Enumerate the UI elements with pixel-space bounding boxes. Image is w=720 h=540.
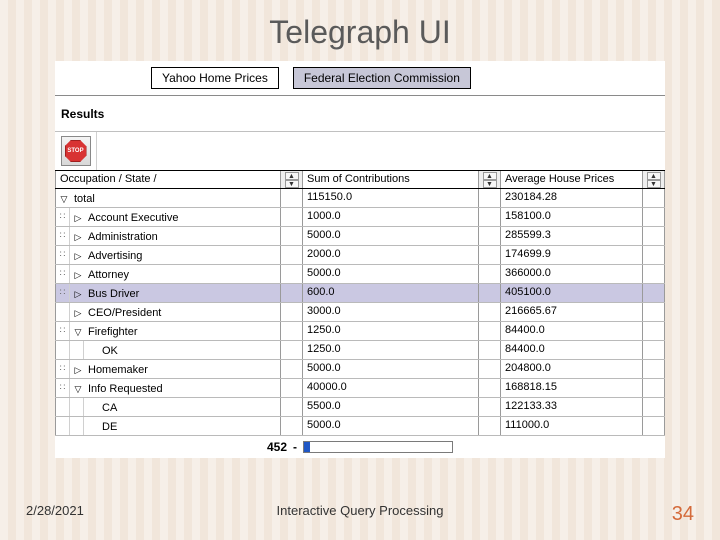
expand-icon[interactable]: ▷	[70, 362, 86, 376]
row-label: OK	[100, 343, 118, 357]
cell-contributions: 600.0	[303, 284, 479, 302]
expand-icon[interactable]: ▷	[70, 229, 86, 243]
cell-house-prices: 204800.0	[501, 360, 643, 378]
progress-row: 452 -	[55, 436, 665, 458]
row-label: Advertising	[86, 248, 142, 262]
cell-contributions: 1000.0	[303, 208, 479, 226]
cell-contributions: 3000.0	[303, 303, 479, 321]
row-label: CA	[100, 400, 117, 414]
row-handle[interactable]: ∷	[56, 246, 70, 264]
cell-contributions: 2000.0	[303, 246, 479, 264]
row-handle[interactable]: ∷	[56, 379, 70, 397]
table-body: ▽total115150.0230184.28∷▷Account Executi…	[55, 189, 665, 436]
table-row[interactable]: ∷▷Account Executive 1000.0 158100.0	[55, 208, 665, 227]
tab-1[interactable]: Federal Election Commission	[293, 67, 471, 89]
cell-contributions: 5000.0	[303, 227, 479, 245]
row-label: Info Requested	[86, 381, 163, 395]
app-window: Yahoo Home Prices Federal Election Commis…	[55, 61, 665, 458]
table-row[interactable]: CA 5500.0 122133.33	[55, 398, 665, 417]
cell-house-prices: 366000.0	[501, 265, 643, 283]
row-label: DE	[100, 419, 117, 433]
cell-house-prices: 122133.33	[501, 398, 643, 416]
slide-footer: 2/28/2021 Interactive Query Processing 3…	[0, 503, 720, 526]
row-label: Bus Driver	[86, 286, 139, 300]
table-row[interactable]: ▽total 115150.0 230184.28	[55, 189, 665, 208]
cell-contributions: 1250.0	[303, 341, 479, 359]
cell-house-prices: 111000.0	[501, 417, 643, 435]
row-label: Administration	[86, 229, 158, 243]
cell-contributions: 5500.0	[303, 398, 479, 416]
sort-control[interactable]: ▲▼	[479, 171, 501, 188]
expand-icon[interactable]: ▷	[70, 286, 86, 300]
progress-fill	[304, 442, 310, 452]
expand-icon[interactable]: ▽	[70, 381, 86, 395]
results-label: Results	[55, 99, 665, 131]
table-row[interactable]: ∷▽Info Requested 40000.0 168818.15	[55, 379, 665, 398]
cell-contributions: 5000.0	[303, 417, 479, 435]
row-handle[interactable]: ∷	[56, 227, 70, 245]
expand-icon[interactable]: ▷	[70, 248, 86, 262]
cell-house-prices: 216665.67	[501, 303, 643, 321]
cell-house-prices: 285599.3	[501, 227, 643, 245]
cell-house-prices: 84400.0	[501, 341, 643, 359]
cell-house-prices: 230184.28	[501, 189, 643, 207]
cell-house-prices: 174699.9	[501, 246, 643, 264]
row-label: CEO/President	[86, 305, 161, 319]
row-label: Firefighter	[86, 324, 138, 338]
cell-house-prices: 84400.0	[501, 322, 643, 340]
col-header-house-prices[interactable]: Average House Prices	[501, 171, 643, 188]
col-header-occupation[interactable]: Occupation / State /	[55, 171, 281, 188]
cell-contributions: 1250.0	[303, 322, 479, 340]
table-row[interactable]: ∷▷Administration 5000.0 285599.3	[55, 227, 665, 246]
row-label: Homemaker	[86, 362, 148, 376]
tab-bar: Yahoo Home Prices Federal Election Commis…	[55, 61, 665, 95]
row-label: Account Executive	[86, 210, 179, 224]
progress-count: 452	[267, 440, 287, 454]
cell-contributions: 115150.0	[303, 189, 479, 207]
row-handle[interactable]: ∷	[56, 265, 70, 283]
footer-title: Interactive Query Processing	[0, 503, 720, 518]
progress-bar	[303, 441, 453, 453]
cell-house-prices: 405100.0	[501, 284, 643, 302]
row-handle[interactable]: ∷	[56, 360, 70, 378]
table-row[interactable]: ∷▷Homemaker 5000.0 204800.0	[55, 360, 665, 379]
expand-icon[interactable]: ▷	[70, 305, 86, 319]
table-row[interactable]: DE 5000.0 111000.0	[55, 417, 665, 436]
row-label: total	[72, 191, 95, 205]
row-handle[interactable]	[56, 303, 70, 321]
table-row[interactable]: OK 1250.0 84400.0	[55, 341, 665, 360]
row-handle[interactable]: ∷	[56, 208, 70, 226]
sort-control[interactable]: ▲▼	[281, 171, 303, 188]
cell-house-prices: 158100.0	[501, 208, 643, 226]
table-row[interactable]: ∷▷Bus Driver 600.0 405100.0	[55, 284, 665, 303]
table-row[interactable]: ∷▽Firefighter 1250.0 84400.0	[55, 322, 665, 341]
cell-contributions: 5000.0	[303, 360, 479, 378]
table-row[interactable]: ∷▷Advertising 2000.0 174699.9	[55, 246, 665, 265]
row-label: Attorney	[86, 267, 129, 281]
col-header-contributions[interactable]: Sum of Contributions	[303, 171, 479, 188]
cell-house-prices: 168818.15	[501, 379, 643, 397]
expand-icon[interactable]: ▷	[70, 210, 86, 224]
expand-icon[interactable]: ▷	[70, 267, 86, 281]
table-row[interactable]: ▷CEO/President 3000.0 216665.67	[55, 303, 665, 322]
table-row[interactable]: ∷▷Attorney 5000.0 366000.0	[55, 265, 665, 284]
stop-icon: STOP	[65, 140, 87, 162]
stop-button[interactable]: STOP	[61, 136, 91, 166]
tab-0[interactable]: Yahoo Home Prices	[151, 67, 279, 89]
cell-contributions: 5000.0	[303, 265, 479, 283]
row-handle[interactable]: ∷	[56, 284, 70, 302]
cell-contributions: 40000.0	[303, 379, 479, 397]
row-handle[interactable]: ∷	[56, 322, 70, 340]
slide-title: Telegraph UI	[0, 0, 720, 61]
sort-control[interactable]: ▲▼	[643, 171, 665, 188]
expand-icon[interactable]: ▽	[56, 191, 72, 205]
expand-icon[interactable]: ▽	[70, 324, 86, 338]
table-header: Occupation / State / ▲▼ Sum of Contribut…	[55, 170, 665, 189]
